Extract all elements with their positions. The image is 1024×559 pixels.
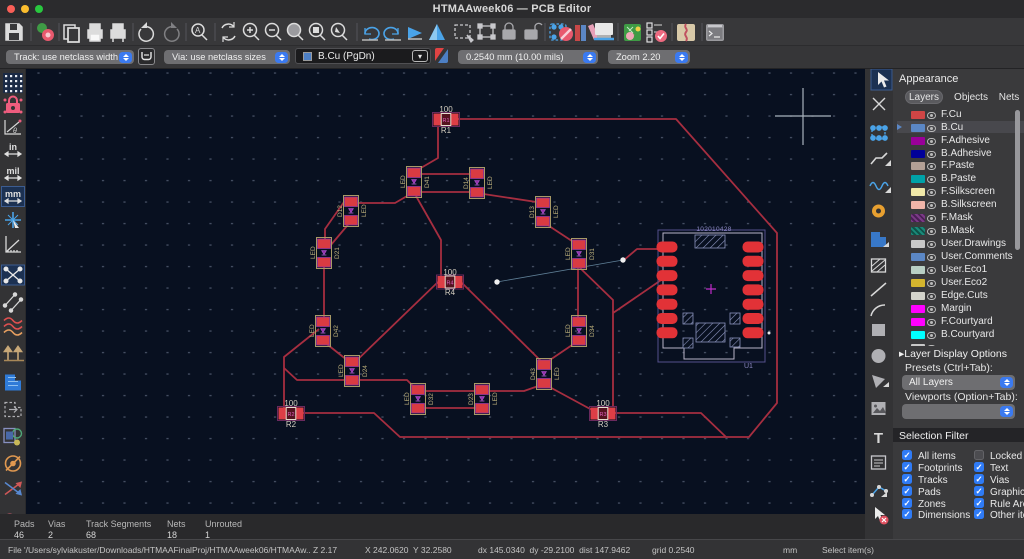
svg-text:100: 100	[443, 268, 457, 277]
svg-text:U1: U1	[744, 363, 753, 370]
svg-text:D14: D14	[463, 177, 470, 189]
svg-text:mm: mm	[5, 189, 21, 199]
svg-text:100: 100	[596, 399, 610, 408]
svg-text:R3: R3	[599, 412, 606, 418]
svg-text:LED: LED	[487, 176, 494, 189]
svg-text:D32: D32	[428, 393, 435, 405]
svg-text:R4: R4	[445, 288, 456, 297]
svg-text:LED: LED	[310, 246, 317, 259]
svg-text:LED: LED	[361, 204, 368, 217]
svg-text:D41: D41	[424, 176, 431, 188]
svg-text:D12: D12	[337, 205, 344, 217]
svg-text:LED: LED	[309, 324, 316, 337]
svg-text:LED: LED	[404, 392, 411, 405]
svg-text:T: T	[874, 430, 883, 447]
svg-text:D31: D31	[589, 248, 596, 260]
svg-text:in: in	[9, 142, 17, 152]
svg-text:R1: R1	[442, 118, 449, 124]
svg-text:R2: R2	[287, 412, 294, 418]
svg-text:D34: D34	[589, 325, 596, 337]
svg-text:100: 100	[284, 399, 298, 408]
svg-text:D23: D23	[468, 393, 475, 405]
svg-text:LED: LED	[338, 364, 345, 377]
svg-text:D13: D13	[529, 206, 536, 218]
svg-text:A: A	[195, 26, 201, 35]
svg-text:θ: θ	[13, 128, 17, 135]
svg-text:LED: LED	[565, 324, 572, 337]
svg-text:D43: D43	[530, 368, 537, 380]
svg-text:R4: R4	[446, 281, 453, 287]
svg-text:LED: LED	[400, 175, 407, 188]
svg-text:LED: LED	[492, 392, 499, 405]
svg-text:R2: R2	[286, 420, 297, 429]
svg-text:LED: LED	[554, 367, 561, 380]
svg-text:D42: D42	[333, 325, 340, 337]
svg-text:102010428: 102010428	[696, 226, 731, 233]
svg-text:LED: LED	[565, 247, 572, 260]
svg-text:D24: D24	[362, 365, 369, 377]
svg-text:100: 100	[439, 105, 453, 114]
svg-text:R3: R3	[598, 420, 609, 429]
svg-text:R1: R1	[441, 126, 452, 135]
svg-text:LED: LED	[553, 205, 560, 218]
svg-text:mil: mil	[6, 166, 19, 176]
svg-text:D21: D21	[334, 247, 341, 259]
